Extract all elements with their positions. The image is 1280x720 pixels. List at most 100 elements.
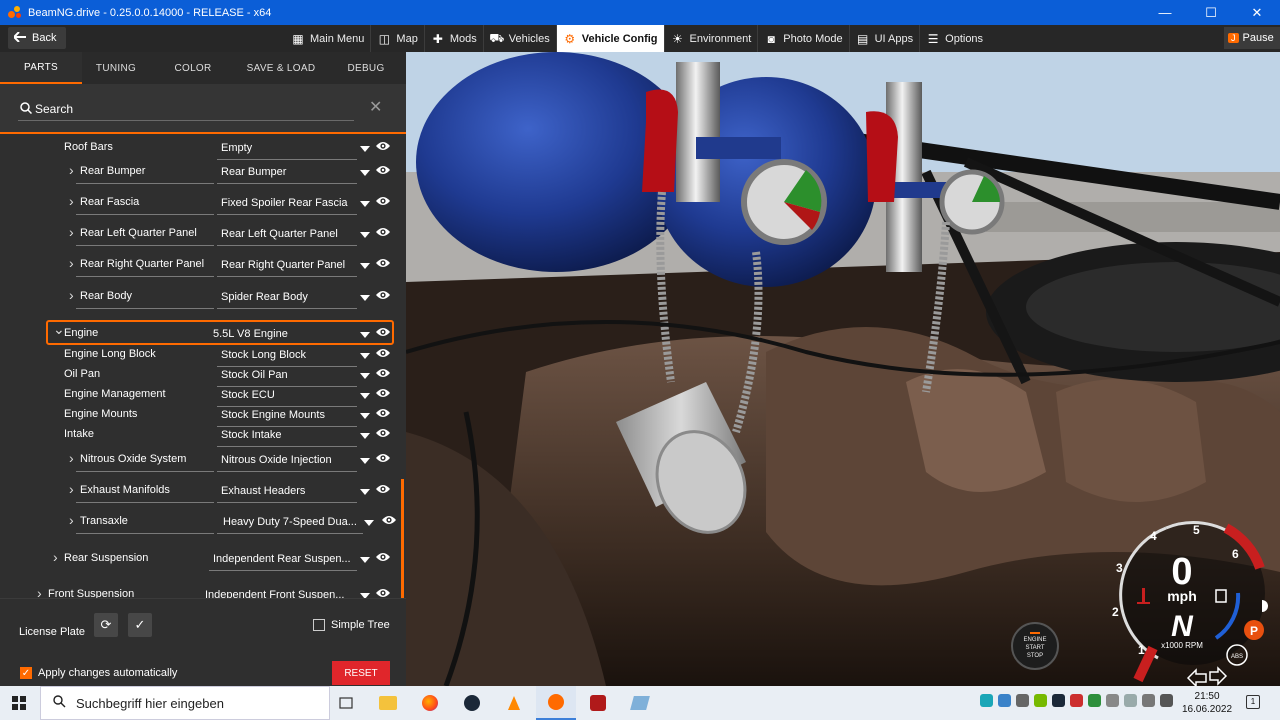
part-row[interactable]: Engine Management Stock ECU [0,385,406,407]
vlc-icon[interactable] [494,686,534,720]
part-row[interactable]: Roof Bars Empty [0,138,406,160]
visibility-eye-icon[interactable] [375,226,391,238]
visibility-eye-icon[interactable] [375,347,391,359]
taskbar-clock[interactable]: 21:50 16.06.2022 [1182,690,1232,716]
part-row[interactable]: › Rear Suspension Independent Rear Suspen.… [0,549,406,571]
part-select-value[interactable]: Exhaust Headers [221,485,305,497]
nav-ui-apps[interactable]: ▤ UI Apps [850,25,920,52]
part-select-value[interactable]: Independent Rear Suspen... [213,553,351,565]
file-explorer-icon[interactable] [368,686,408,720]
tab-parts[interactable]: PARTS [0,52,82,84]
visibility-eye-icon[interactable] [375,587,391,598]
dropdown-arrow-icon[interactable] [360,557,370,563]
visibility-eye-icon[interactable] [381,514,397,526]
visibility-eye-icon[interactable] [375,483,391,495]
dropdown-arrow-icon[interactable] [360,295,370,301]
close-window-button[interactable]: ✕ [1234,0,1280,25]
dropdown-arrow-icon[interactable] [360,489,370,495]
dropdown-arrow-icon[interactable] [364,520,374,526]
visibility-eye-icon[interactable] [375,164,391,176]
part-row[interactable]: Engine Mounts Stock Engine Mounts [0,405,406,427]
engine-start-stop-button[interactable]: ENGINE START STOP [1011,622,1059,670]
steam-tray-icon[interactable] [1052,694,1065,707]
security-icon[interactable] [1088,694,1101,707]
minimize-button[interactable]: — [1142,0,1188,25]
part-select-value[interactable]: 5.5L V8 Engine [213,328,288,340]
dropdown-arrow-icon[interactable] [360,458,370,464]
part-select-value[interactable]: Rear Left Quarter Panel [221,228,338,240]
tab-save-load[interactable]: SAVE & LOAD [236,52,326,84]
visibility-eye-icon[interactable] [375,257,391,269]
tray-app-icon[interactable] [1016,694,1029,707]
part-select-value[interactable]: Rear Right Quarter Panel [221,259,345,271]
visibility-eye-icon[interactable] [375,367,391,379]
nav-main-menu[interactable]: ▦ Main Menu [285,25,370,52]
language-icon[interactable] [1160,694,1173,707]
visibility-eye-icon[interactable] [375,195,391,207]
refresh-license-plate-button[interactable]: ⟳ [94,613,118,637]
part-row[interactable]: ⌄ Engine 5.5L V8 Engine [0,321,406,344]
part-row[interactable]: › Rear Body Spider Rear Body [0,287,406,309]
chevron-right-icon[interactable]: › [69,162,74,178]
visibility-eye-icon[interactable] [375,551,391,563]
part-row[interactable]: Engine Long Block Stock Long Block [0,345,406,367]
nav-environment[interactable]: ☀ Environment [665,25,758,52]
task-view-icon[interactable] [326,686,366,720]
part-select-value[interactable]: Empty [221,142,252,154]
part-row[interactable]: › Front Suspension Independent Front Suspe… [0,585,406,598]
game-app-icon[interactable] [578,686,618,720]
visibility-eye-icon[interactable] [375,289,391,301]
chevron-right-icon[interactable]: › [69,450,74,466]
dropdown-arrow-icon[interactable] [360,201,370,207]
chevron-right-icon[interactable]: › [69,512,74,528]
part-select-value[interactable]: Stock Long Block [221,349,306,361]
part-select-value[interactable]: Heavy Duty 7-Speed Dua... [223,516,357,528]
dropdown-arrow-icon[interactable] [360,373,370,379]
dropdown-arrow-icon[interactable] [360,433,370,439]
part-select-value[interactable]: Spider Rear Body [221,291,308,303]
nav-vehicles[interactable]: ⛟ Vehicles [484,25,556,52]
part-row[interactable]: › Rear Fascia Fixed Spoiler Rear Fascia [0,193,406,215]
visibility-eye-icon[interactable] [375,387,391,399]
chevron-right-icon[interactable]: › [53,549,58,565]
dropdown-arrow-icon[interactable] [360,232,370,238]
steam-icon[interactable] [452,686,492,720]
notification-center-icon[interactable]: 1 [1246,695,1260,709]
part-select-value[interactable]: Nitrous Oxide Injection [221,454,332,466]
confirm-license-plate-button[interactable]: ✓ [128,613,152,637]
tab-color[interactable]: COLOR [150,52,236,84]
part-row[interactable]: › Transaxle Heavy Duty 7-Speed Dua... [0,512,406,534]
nvidia-icon[interactable] [1034,694,1047,707]
nav-map[interactable]: ◫ Map [371,25,423,52]
network-icon[interactable] [1106,694,1119,707]
visibility-eye-icon[interactable] [375,427,391,439]
visibility-eye-icon[interactable] [375,326,391,338]
part-select-value[interactable]: Stock Engine Mounts [221,409,325,421]
tray-app-icon[interactable] [998,694,1011,707]
beamng-taskbar-icon[interactable] [536,686,576,720]
dropdown-arrow-icon[interactable] [360,353,370,359]
pause-button[interactable]: J Pause [1224,27,1280,49]
dropdown-arrow-icon[interactable] [360,393,370,399]
part-select-value[interactable]: Stock ECU [221,389,275,401]
notes-app-icon[interactable] [620,686,660,720]
chevron-right-icon[interactable]: › [69,287,74,303]
chevron-right-icon[interactable]: › [69,255,74,271]
part-select-value[interactable]: Stock Intake [221,429,282,441]
dropdown-arrow-icon[interactable] [360,332,370,338]
part-select-value[interactable]: Independent Front Suspen... [205,589,344,598]
nav-mods[interactable]: ✚ Mods [425,25,483,52]
taskbar-search-input[interactable]: Suchbegriff hier eingeben [40,686,330,720]
visibility-eye-icon[interactable] [375,452,391,464]
chevron-right-icon[interactable]: › [69,481,74,497]
nav-options[interactable]: ☰ Options [920,25,989,52]
part-row[interactable]: › Rear Bumper Rear Bumper [0,162,406,184]
chevron-right-icon[interactable]: › [69,193,74,209]
tab-tuning[interactable]: TUNING [82,52,150,84]
part-row[interactable]: › Rear Left Quarter Panel Rear Left Quarte… [0,224,406,246]
visibility-eye-icon[interactable] [375,407,391,419]
part-select-value[interactable]: Stock Oil Pan [221,369,288,381]
dropdown-arrow-icon[interactable] [360,170,370,176]
simple-tree-toggle[interactable]: Simple Tree [313,619,390,631]
nav-vehicle-config[interactable]: ⚙ Vehicle Config [556,25,664,52]
